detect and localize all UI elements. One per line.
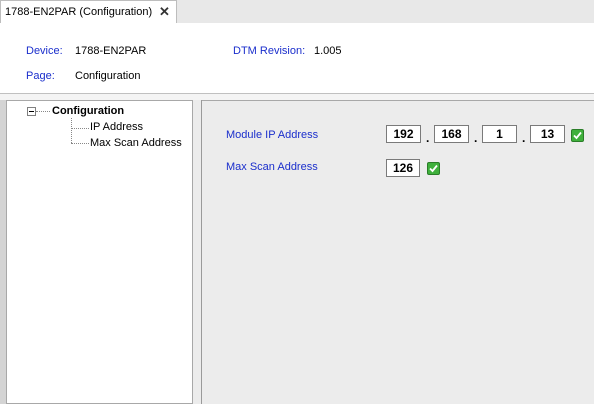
green-check-icon <box>427 162 440 175</box>
tree-connector <box>71 118 72 143</box>
tree-connector <box>71 143 89 144</box>
dtm-revision-label: DTM Revision: <box>233 45 306 57</box>
tab-configuration[interactable]: 1788-EN2PAR (Configuration) ✕ <box>0 0 177 23</box>
module-ip-address-label: Module IP Address <box>226 129 319 141</box>
ip-separator: . <box>522 131 526 145</box>
dtm-revision-value: 1.005 <box>314 45 342 57</box>
ip-octet-4-input[interactable]: 13 <box>530 125 565 143</box>
ip-octet-3-input[interactable]: 1 <box>482 125 517 143</box>
max-scan-address-label: Max Scan Address <box>226 161 318 173</box>
device-label: Device: <box>26 45 63 57</box>
tree-connector <box>36 111 50 112</box>
ip-octet-2-input[interactable]: 168 <box>434 125 469 143</box>
tab-bar: 1788-EN2PAR (Configuration) ✕ <box>0 0 594 24</box>
ip-octet-1-input[interactable]: 192 <box>386 125 421 143</box>
navigation-tree: Configuration IP Address Max Scan Addres… <box>6 100 193 404</box>
minus-box-icon[interactable] <box>27 107 36 116</box>
page-label: Page: <box>26 70 55 82</box>
ip-separator: . <box>426 131 430 145</box>
device-value: 1788-EN2PAR <box>75 45 147 57</box>
green-check-icon <box>571 129 584 142</box>
close-icon[interactable]: ✕ <box>159 4 170 20</box>
configuration-form: Module IP Address 192 . 168 . 1 . 13 Max… <box>202 100 594 404</box>
tree-item-ip-address[interactable]: IP Address <box>90 121 143 133</box>
device-header: Device: 1788-EN2PAR DTM Revision: 1.005 … <box>0 23 594 94</box>
max-scan-address-input[interactable]: 126 <box>386 159 420 177</box>
tree-item-max-scan-address[interactable]: Max Scan Address <box>90 137 182 149</box>
page-value: Configuration <box>75 70 141 82</box>
ip-separator: . <box>474 131 478 145</box>
tree-root-configuration[interactable]: Configuration <box>52 105 124 117</box>
tab-title: 1788-EN2PAR (Configuration) <box>5 6 153 18</box>
pane-splitter[interactable] <box>193 100 202 404</box>
tree-connector <box>71 128 89 129</box>
